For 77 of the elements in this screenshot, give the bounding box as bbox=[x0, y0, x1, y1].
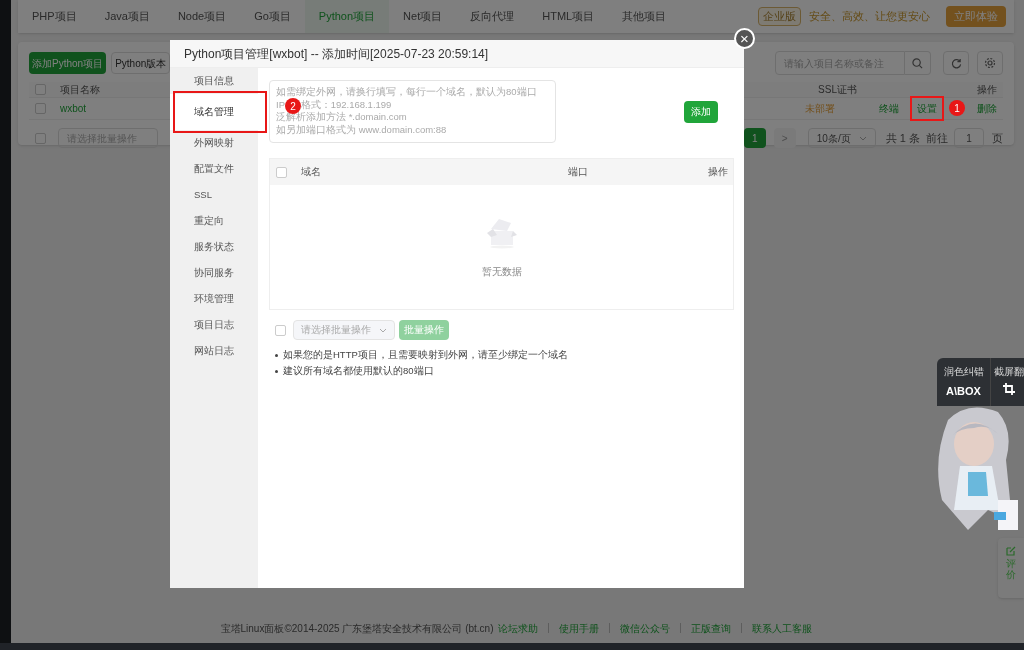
step-badge: 2 bbox=[285, 98, 301, 114]
refresh-icon bbox=[950, 57, 962, 69]
chevron-down-icon bbox=[379, 327, 387, 333]
checkbox[interactable] bbox=[35, 84, 46, 95]
nav-tab[interactable]: 反向代理 bbox=[456, 0, 529, 33]
modal-nav-item[interactable]: 外网映射 bbox=[170, 130, 258, 156]
nav-tab[interactable]: Python项目 bbox=[304, 0, 390, 33]
modal-nav-item[interactable]: 网站日志 bbox=[170, 338, 258, 364]
footer-link[interactable]: 正版查询 bbox=[690, 620, 731, 636]
footer-link[interactable]: 联系人工客服 bbox=[751, 620, 812, 636]
page-input[interactable]: 1 bbox=[954, 128, 984, 148]
note-text: 如果您的是HTTP项目，且需要映射到外网，请至少绑定一个域名 bbox=[283, 348, 568, 362]
footer-link[interactable]: 微信公众号 bbox=[619, 620, 670, 636]
nav-tab[interactable]: PHP项目 bbox=[18, 0, 91, 33]
logo-text: A\BOX bbox=[946, 384, 981, 399]
total-count: 共 1 条 bbox=[885, 130, 920, 146]
column-header: 域名 bbox=[301, 164, 321, 179]
nav-tab[interactable]: 其他项目 bbox=[608, 0, 681, 33]
checkbox[interactable] bbox=[276, 166, 287, 178]
settings-icon bbox=[984, 57, 996, 69]
search-icon bbox=[912, 57, 923, 69]
highlight-frame bbox=[910, 96, 944, 121]
nav-tab[interactable]: Node项目 bbox=[163, 0, 241, 33]
step-badge: 1 bbox=[949, 100, 965, 116]
tool-label[interactable]: 润色纠错 bbox=[943, 364, 984, 379]
goto-label: 前往 bbox=[926, 130, 948, 146]
checkbox[interactable] bbox=[275, 324, 286, 336]
next-page-button[interactable]: > bbox=[773, 128, 796, 148]
promo-slogan: 安全、高效、让您更安心 bbox=[809, 9, 930, 25]
chevron-down-icon bbox=[858, 135, 867, 141]
nav-tab[interactable]: Java项目 bbox=[90, 0, 164, 33]
column-header: SSL证书 bbox=[818, 83, 857, 97]
add-project-button[interactable]: 添加Python项目 bbox=[29, 52, 107, 74]
page-size-select[interactable]: 10条/页 bbox=[807, 128, 876, 148]
nav-tab[interactable]: HTML项目 bbox=[528, 0, 609, 33]
bullet-icon bbox=[275, 353, 278, 357]
modal-nav-item[interactable]: 重定向 bbox=[170, 208, 258, 234]
ssl-status: 未部署 bbox=[805, 102, 835, 116]
refresh-button[interactable] bbox=[943, 51, 969, 75]
action-link[interactable]: 设置 bbox=[915, 103, 939, 114]
modal-nav-item[interactable]: 项目日志 bbox=[170, 312, 258, 338]
crop-icon[interactable] bbox=[1003, 383, 1015, 395]
column-header: 操作 bbox=[977, 83, 997, 97]
footer-link[interactable]: 论坛求助 bbox=[497, 620, 538, 636]
bullet-icon bbox=[275, 369, 278, 373]
column-header: 项目名称 bbox=[60, 83, 100, 97]
add-button[interactable]: 添加 bbox=[684, 100, 718, 123]
modal-title: Python项目管理[wxbot] -- 添加时间[2025-07-23 20:59:14] bbox=[184, 45, 489, 63]
column-header: 操作 bbox=[708, 164, 728, 179]
edit-icon bbox=[1006, 546, 1016, 556]
note-text: 建议所有域名都使用默认的80端口 bbox=[283, 364, 434, 379]
modal-nav-item[interactable]: 服务状态 bbox=[170, 234, 258, 260]
empty-text: 暂无数据 bbox=[481, 265, 522, 279]
settings-button[interactable] bbox=[977, 51, 1003, 75]
footer-link[interactable]: 使用手册 bbox=[558, 620, 599, 636]
project-link[interactable]: wxbot bbox=[60, 101, 87, 116]
modal-nav-item[interactable]: 配置文件 bbox=[170, 156, 258, 182]
modal-nav-item[interactable]: 协同服务 bbox=[170, 260, 258, 286]
checkbox[interactable] bbox=[35, 132, 46, 144]
side-tab-label: 评价 bbox=[1006, 558, 1016, 580]
nav-tab[interactable]: Go项目 bbox=[240, 0, 305, 33]
bulk-select[interactable]: 请选择批量操作 bbox=[293, 320, 395, 340]
search-button[interactable] bbox=[905, 51, 931, 75]
page-button[interactable]: 1 bbox=[743, 128, 766, 148]
modal-nav-item[interactable]: 项目信息 bbox=[170, 68, 258, 94]
nav-tab[interactable]: Net项目 bbox=[389, 0, 457, 33]
action-link[interactable]: 终端 bbox=[877, 103, 901, 114]
edition-badge: 企业版 bbox=[758, 7, 801, 26]
checkbox[interactable] bbox=[35, 103, 46, 114]
action-link[interactable]: 删除 bbox=[975, 103, 999, 114]
modal-nav-item[interactable]: SSL bbox=[170, 182, 258, 208]
column-header: 端口 bbox=[568, 164, 588, 179]
copyright-text: 宝塔Linux面板©2014-2025 广东堡塔安全技术有限公司 (bt.cn) bbox=[220, 621, 494, 636]
tool-label[interactable]: 截屏翻 bbox=[994, 364, 1024, 379]
modal-nav-item[interactable]: 域名管理 bbox=[170, 94, 258, 130]
modal-nav-item[interactable]: 环境管理 bbox=[170, 286, 258, 312]
page-suffix: 页 bbox=[992, 130, 1003, 146]
